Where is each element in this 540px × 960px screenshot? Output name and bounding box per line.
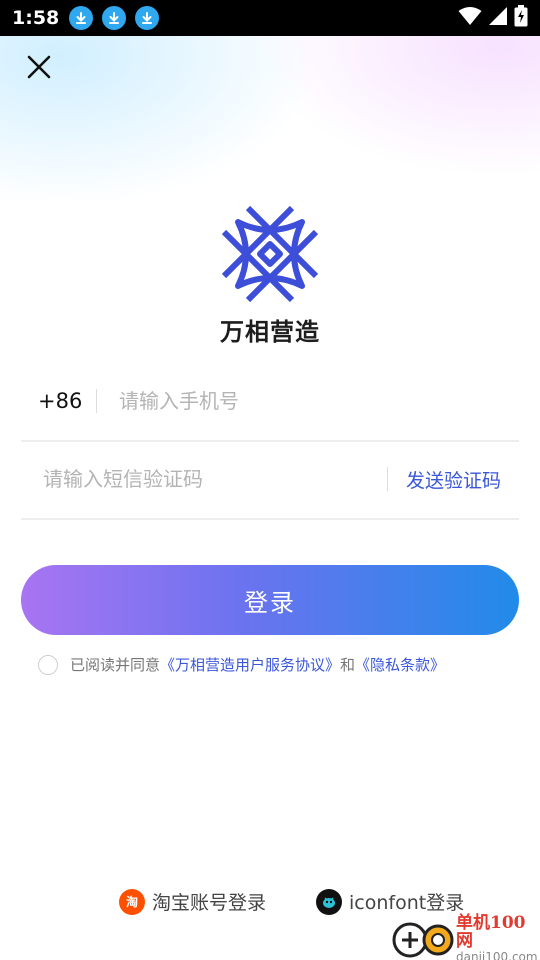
wifi-icon — [458, 6, 482, 30]
taobao-icon: 淘 — [119, 888, 145, 915]
close-button[interactable] — [22, 50, 56, 84]
brand-logo — [220, 204, 320, 304]
watermark-name: 单机100网 — [456, 912, 526, 952]
watermark-logo — [392, 918, 456, 960]
login-button[interactable]: 登录 — [21, 565, 519, 635]
status-bar: 1:58 — [0, 0, 540, 36]
send-code-button[interactable]: 发送验证码 — [406, 466, 501, 493]
watermark-url: danji100.com — [456, 950, 538, 960]
divider — [96, 389, 97, 413]
agreement-prefix: 已阅读并同意 — [70, 656, 161, 674]
agreement-connector: 和 — [340, 656, 356, 674]
phone-field: +86 — [21, 362, 519, 442]
sms-code-input[interactable] — [43, 467, 387, 491]
sms-code-field: 发送验证码 — [21, 440, 519, 520]
iconfont-icon — [316, 888, 342, 915]
download-icon — [102, 6, 127, 30]
status-icons — [458, 5, 528, 31]
watermark: 单机100网 danji100.com — [392, 913, 540, 960]
terms-link[interactable]: 《万相营造用户服务协议》 — [160, 654, 340, 675]
iconfont-login-label: iconfont登录 — [349, 892, 465, 914]
privacy-link[interactable]: 《隐私条款》 — [355, 654, 445, 675]
agreement-row: 已阅读并同意 《万相营造用户服务协议》 和 《隐私条款》 — [38, 654, 445, 675]
agreement-checkbox[interactable] — [38, 654, 58, 675]
battery-charging-icon — [514, 5, 528, 31]
iconfont-login-button[interactable]: iconfont登录 — [316, 888, 464, 915]
close-icon — [27, 55, 51, 79]
brand-name: 万相营造 — [220, 318, 320, 346]
taobao-login-label: 淘宝账号登录 — [152, 892, 267, 914]
phone-input[interactable] — [119, 389, 519, 413]
signal-icon — [488, 6, 508, 30]
status-time: 1:58 — [12, 7, 60, 29]
download-icon — [135, 6, 160, 30]
taobao-login-button[interactable]: 淘 淘宝账号登录 — [119, 888, 266, 915]
download-icon — [69, 6, 94, 30]
country-code[interactable]: +86 — [38, 389, 96, 413]
divider — [386, 467, 388, 491]
